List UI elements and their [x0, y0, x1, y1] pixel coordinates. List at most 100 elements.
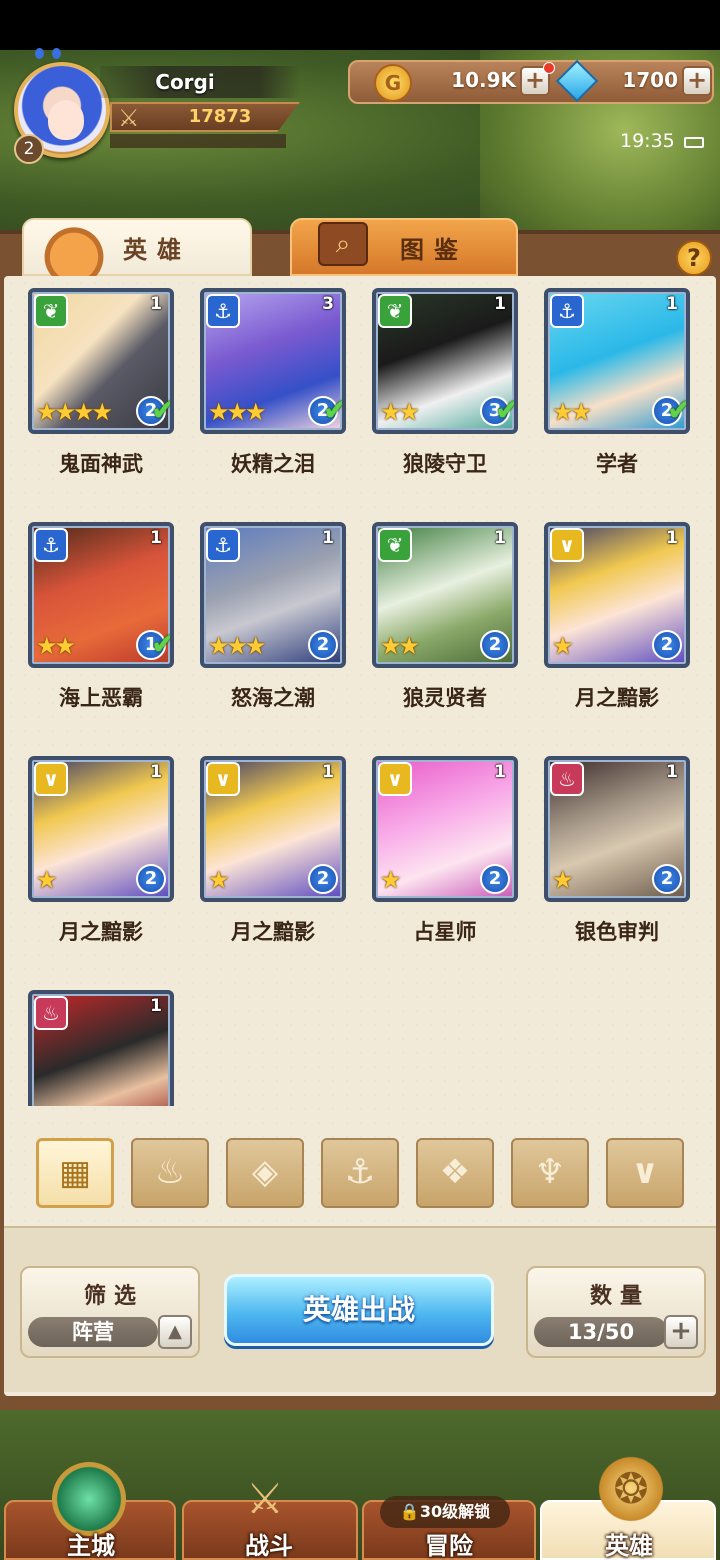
hero-portrait: ❦ 1 ★★★★ 2 ✔	[28, 288, 174, 434]
hero-name: 月之黯影	[575, 686, 659, 710]
gold-coin-icon: G	[374, 64, 412, 102]
star-rating: ★★★	[208, 398, 267, 426]
hero-portrait: ❦ 1 ★★ 3 ✔	[372, 288, 518, 434]
hero-rank-badge: 2	[136, 864, 166, 894]
hero-copies: 1	[494, 762, 506, 782]
hero-card[interactable]: ⚓ 1 ★★ 1 ✔ 海上恶霸	[28, 522, 174, 716]
hero-name: 月之黯影	[231, 920, 315, 944]
hero-portrait: ⚓ 1 ★★★ 2	[200, 522, 346, 668]
hero-portrait: ∨ 1 ★ 2	[200, 756, 346, 902]
notification-dot	[543, 62, 555, 74]
upgrade-ready-check-icon: ✔	[150, 393, 174, 428]
hero-name: 学者	[596, 452, 638, 476]
hero-portrait: ∨ 1 ★ 2	[544, 522, 690, 668]
filter-moon-faction-button[interactable]: ∨	[606, 1138, 684, 1208]
upgrade-ready-check-icon: ✔	[322, 393, 346, 428]
tab-codex-label: 图鉴	[400, 235, 468, 264]
hero-name: 鬼面神武	[59, 452, 143, 476]
anchor-faction-icon: ⚓	[34, 528, 68, 562]
filter-flame-faction-button[interactable]: ♨	[131, 1138, 209, 1208]
hero-card[interactable]: ∨ 1 ★ 2 月之黯影	[28, 756, 174, 950]
beast-faction-icon: ❦	[34, 294, 68, 328]
hero-copies: 1	[666, 762, 678, 782]
hero-emblem-icon: ❂	[594, 1452, 668, 1526]
hero-portrait: ♨ 1	[28, 990, 174, 1106]
hero-portrait: ⚓ 3 ★★★ 2 ✔	[200, 288, 346, 434]
filter-beast-faction-button[interactable]: ❖	[416, 1138, 494, 1208]
hero-copies: 1	[150, 762, 162, 782]
moon-faction-icon: ∨	[378, 762, 412, 796]
hero-copies: 1	[494, 528, 506, 548]
help-button[interactable]: ?	[676, 240, 712, 276]
expand-capacity-button[interactable]: +	[664, 1315, 698, 1349]
nav-main-city-label: 主城	[67, 1532, 115, 1560]
upgrade-ready-check-icon: ✔	[150, 627, 174, 662]
star-rating: ★★★★	[36, 398, 113, 426]
gold-amount: 10.9K	[451, 68, 516, 92]
clock: 19:35	[620, 130, 675, 152]
hero-card[interactable]: ∨ 1 ★ 2 月之黯影	[200, 756, 346, 950]
exp-bar	[110, 134, 286, 148]
anchor-faction-icon: ⚓	[206, 294, 240, 328]
hero-card[interactable]: ❦ 1 ★★★★ 2 ✔ 鬼面神武	[28, 288, 174, 482]
hero-portrait: ∨ 1 ★ 2	[28, 756, 174, 902]
hero-name: 妖精之泪	[231, 452, 315, 476]
filter-toggle-button[interactable]: ▲	[158, 1315, 192, 1349]
star-rating: ★★	[380, 632, 420, 660]
avatar-eye-right	[52, 48, 61, 59]
add-gems-button[interactable]: +	[682, 66, 712, 96]
hero-portrait: ⚓ 1 ★★ 2 ✔	[544, 288, 690, 434]
hero-card[interactable]: ∨ 1 ★ 2 占星师	[372, 756, 518, 950]
gem-amount: 1700	[622, 68, 678, 92]
beast-faction-icon: ❦	[378, 528, 412, 562]
hero-card[interactable]: ♨ 1	[28, 990, 174, 1106]
nav-battle-label: 战斗	[245, 1532, 293, 1560]
adventure-unlock-text: 30级解锁	[419, 1502, 491, 1521]
hero-rank-badge: 2	[652, 630, 682, 660]
hero-card[interactable]: ❦ 1 ★★ 2 狼灵贤者	[372, 522, 518, 716]
anchor-faction-icon: ⚓	[550, 294, 584, 328]
combat-power: 17873	[188, 106, 252, 127]
filter-all-factions-button[interactable]: ▦	[36, 1138, 114, 1208]
upgrade-ready-check-icon: ✔	[494, 393, 518, 428]
star-rating: ★	[552, 866, 573, 894]
hero-grid: ❦ 1 ★★★★ 2 ✔ 鬼面神武 ⚓ 3 ★★★ 2 ✔ 妖精之泪 ❦ 1 ★★ 3 ✔ 狼陵守卫 ⚓ 1 ★★ 2 ✔ 学…	[10, 280, 710, 1106]
hero-copies: 1	[322, 528, 334, 548]
hero-copies: 1	[494, 294, 506, 314]
castle-emblem-icon	[52, 1462, 126, 1536]
filter-crystal-faction-button[interactable]: ◈	[226, 1138, 304, 1208]
star-rating: ★	[208, 866, 229, 894]
filter-horn-faction-button[interactable]: ♆	[511, 1138, 589, 1208]
nav-adventure-label: 冒险	[425, 1532, 473, 1560]
upgrade-ready-check-icon: ✔	[666, 393, 690, 428]
hero-card[interactable]: ♨ 1 ★ 2 银色审判	[544, 756, 690, 950]
nav-heroes-label: 英雄	[605, 1532, 653, 1560]
crossed-swords-icon: ⚔	[246, 1474, 284, 1523]
star-rating: ★	[36, 866, 57, 894]
adventure-lock: 🔒30级解锁	[380, 1496, 510, 1528]
player-name: Corgi	[155, 70, 215, 94]
deploy-heroes-button[interactable]: 英雄出战	[224, 1274, 494, 1346]
hero-name: 月之黯影	[59, 920, 143, 944]
hero-rank-badge: 2	[308, 864, 338, 894]
hero-card[interactable]: ⚓ 1 ★★★ 2 怒海之潮	[200, 522, 346, 716]
avatar-eye-left	[35, 48, 44, 59]
hero-name: 狼灵贤者	[403, 686, 487, 710]
hero-card[interactable]: ∨ 1 ★ 2 月之黯影	[544, 522, 690, 716]
hero-card[interactable]: ⚓ 1 ★★ 2 ✔ 学者	[544, 288, 690, 482]
player-level-badge: 2	[14, 134, 44, 164]
hero-name: 银色审判	[575, 920, 659, 944]
tab-heroes-label: 英雄	[123, 235, 191, 264]
hero-copies: 1	[150, 528, 162, 548]
hero-card[interactable]: ⚓ 3 ★★★ 2 ✔ 妖精之泪	[200, 288, 346, 482]
hero-portrait: ⚓ 1 ★★ 1 ✔	[28, 522, 174, 668]
beast-faction-icon: ❦	[378, 294, 412, 328]
battery-icon	[684, 137, 704, 148]
helmet-icon	[34, 222, 114, 280]
flame-faction-icon: ♨	[34, 996, 68, 1030]
filter-anchor-faction-button[interactable]: ⚓	[321, 1138, 399, 1208]
hero-card[interactable]: ❦ 1 ★★ 3 ✔ 狼陵守卫	[372, 288, 518, 482]
hero-copies: 3	[322, 294, 334, 314]
hero-name: 狼陵守卫	[403, 452, 487, 476]
filter-value[interactable]: 阵营	[28, 1317, 158, 1347]
